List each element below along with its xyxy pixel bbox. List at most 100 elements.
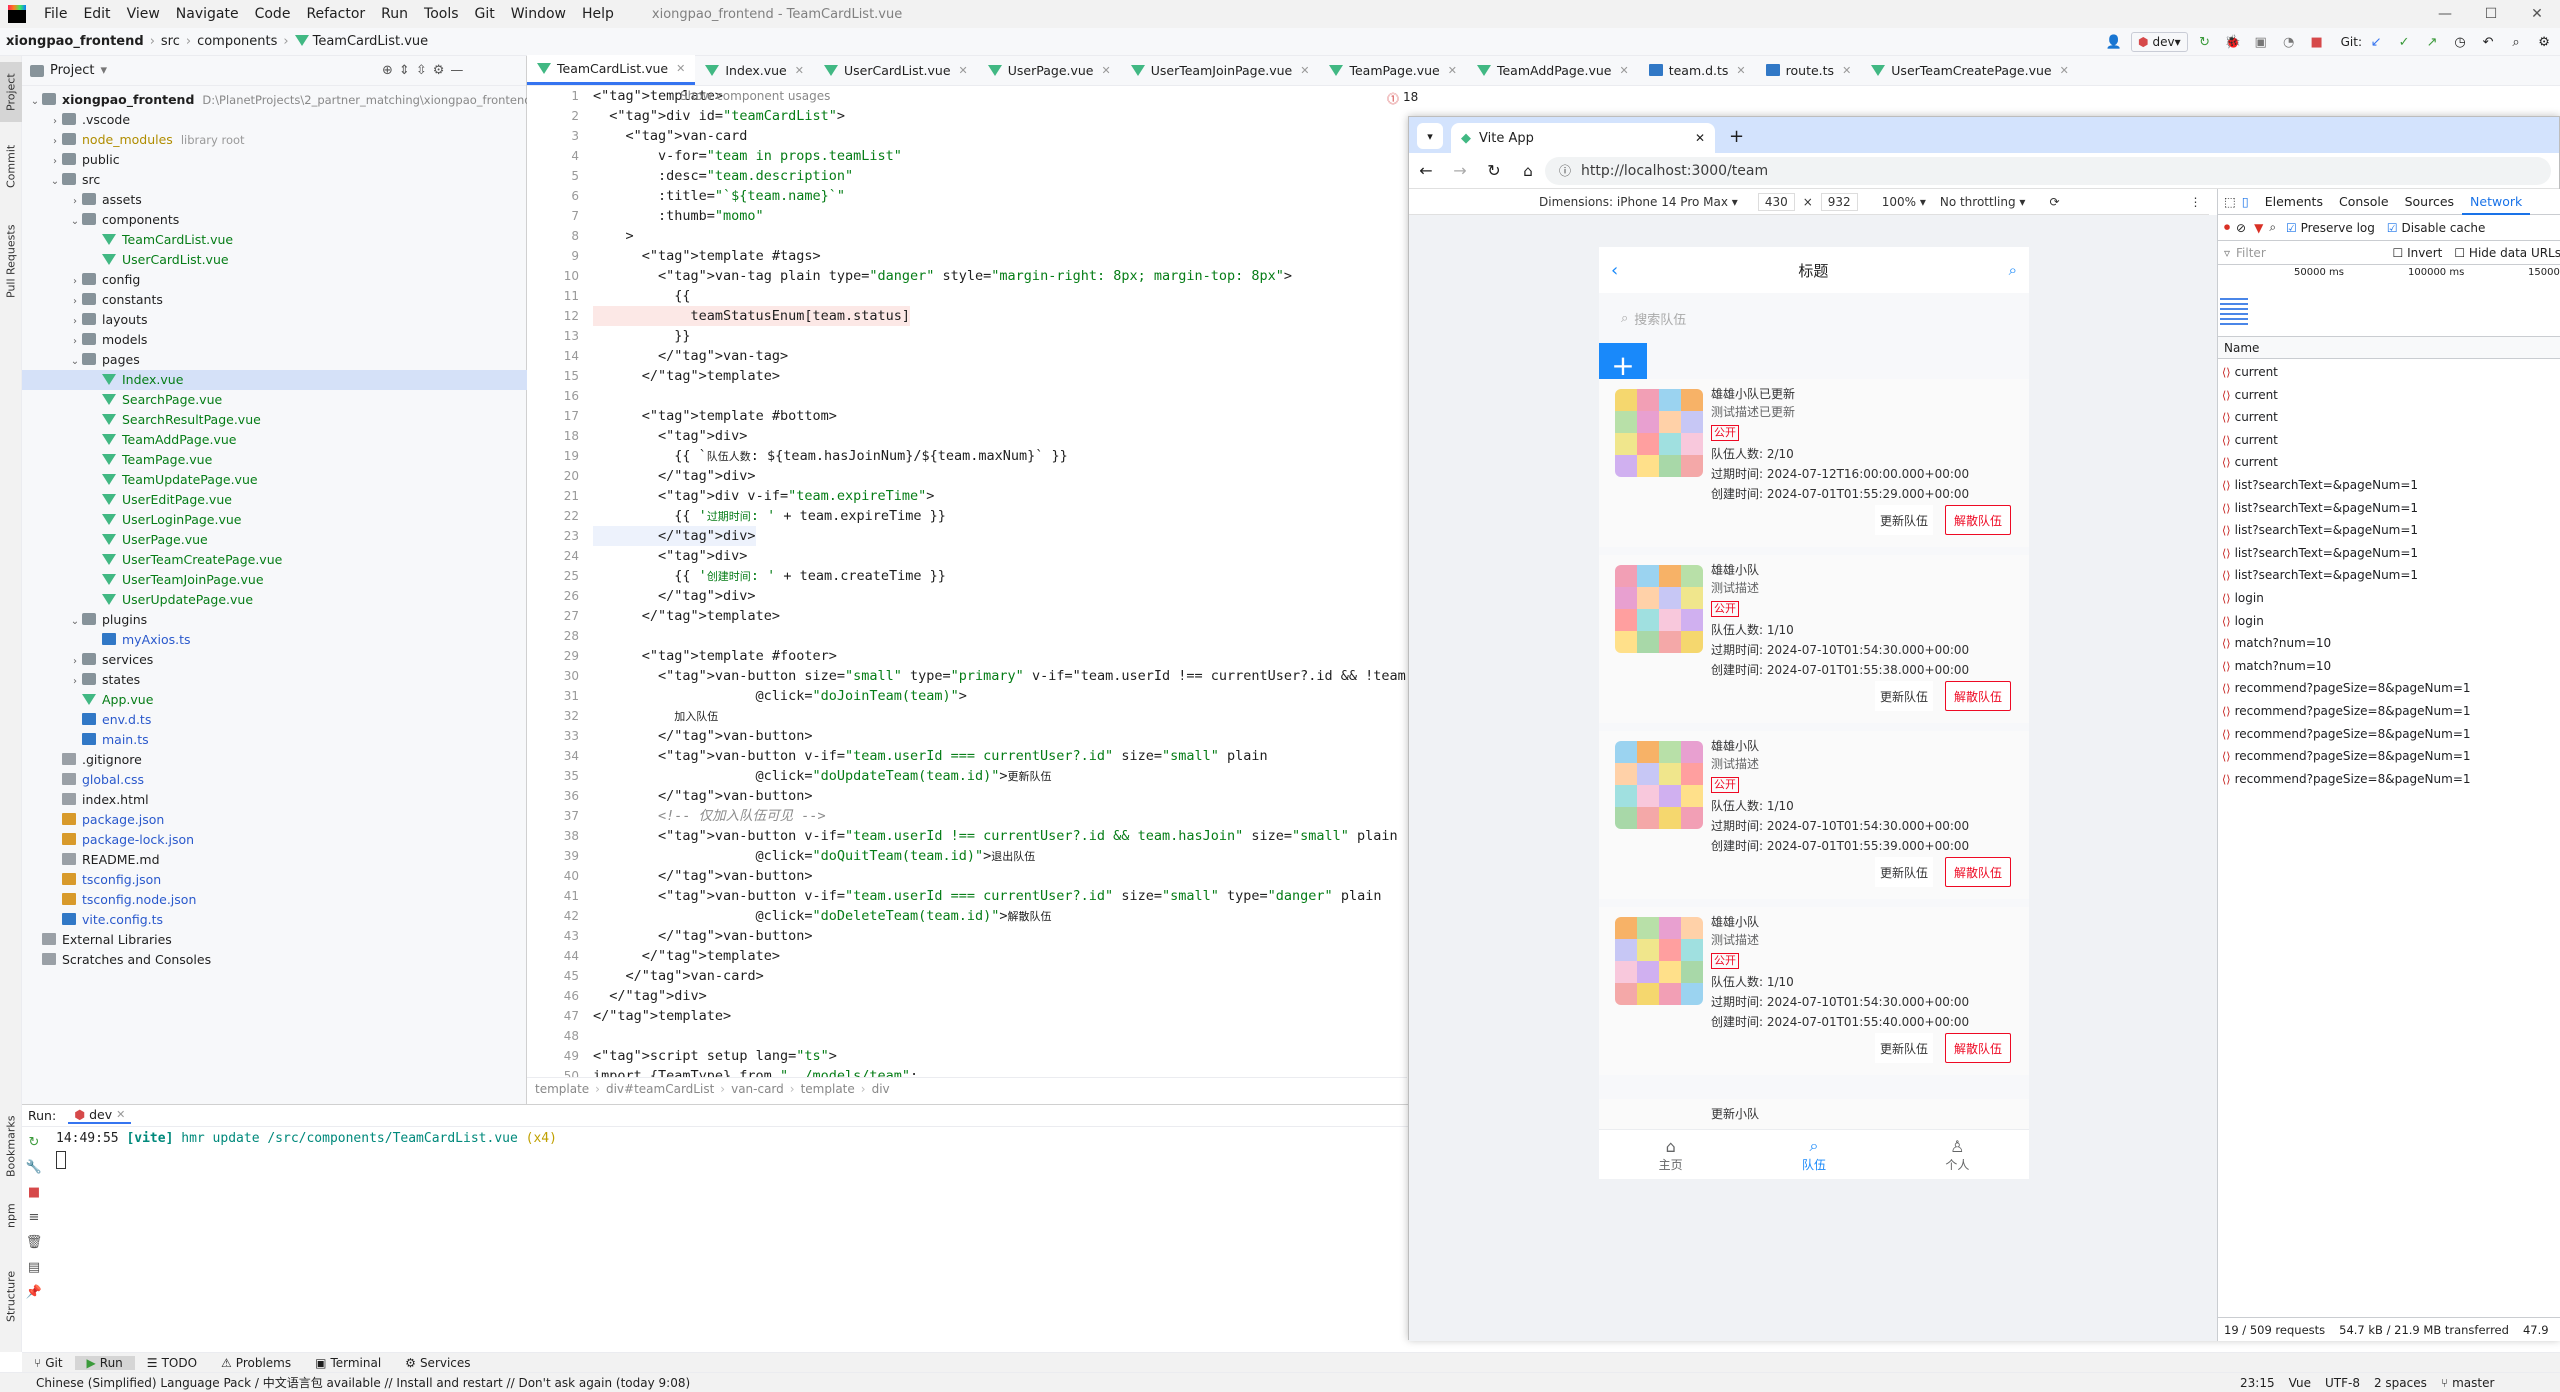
code-breadcrumb-item[interactable]: div <box>872 1082 890 1096</box>
tree-row[interactable]: › .vscode <box>22 110 527 130</box>
close-icon[interactable]: ✕ <box>2514 0 2560 28</box>
tree-row[interactable]: SearchResultPage.vue <box>22 410 527 430</box>
tree-row[interactable]: › constants <box>22 290 527 310</box>
site-info-icon[interactable]: ⓘ <box>1559 162 1571 179</box>
tool-commit[interactable]: Commit <box>0 136 22 196</box>
code-breadcrumb-item[interactable]: template <box>801 1082 855 1096</box>
search-everywhere-icon[interactable]: ⌕ <box>2505 31 2527 53</box>
viewport-width[interactable]: 430 <box>1757 192 1795 211</box>
close-tab-icon[interactable]: ✕ <box>959 64 968 77</box>
profile-icon[interactable]: ◔ <box>2278 31 2300 53</box>
breadcrumb-file[interactable]: TeamCardList.vue <box>289 34 435 49</box>
close-tab-icon[interactable]: ✕ <box>1448 64 1457 77</box>
tree-row[interactable]: ⌄ xiongpao_frontend D:\PlanetProjects\2_pa… <box>22 90 532 110</box>
language-indicator[interactable]: Vue <box>2289 1376 2311 1390</box>
expand-all-icon[interactable]: ⇕ <box>399 63 410 78</box>
device-selector[interactable]: Dimensions: iPhone 14 Pro Max ▾ <box>1539 195 1738 209</box>
run-tab-dev[interactable]: ⬢ dev ✕ <box>68 1107 132 1124</box>
menu-view[interactable]: View <box>119 6 168 22</box>
dissolve-team-button[interactable]: 解散队伍 <box>1945 505 2011 535</box>
wrench-icon[interactable]: 🔧 <box>26 1160 42 1175</box>
chevron-right-icon[interactable]: › <box>68 312 82 332</box>
list-icon[interactable]: ≡ <box>29 1210 40 1225</box>
update-team-button[interactable]: 更新队伍 <box>1875 1033 1933 1063</box>
disable-cache-checkbox[interactable]: ☑ Disable cache <box>2387 221 2485 235</box>
tree-row[interactable]: UserUpdatePage.vue <box>22 590 527 610</box>
browser-tab[interactable]: ◆ Vite App ✕ <box>1451 123 1715 153</box>
devtools-tab-sources[interactable]: Sources <box>2397 194 2462 209</box>
tree-row[interactable]: TeamUpdatePage.vue <box>22 470 527 490</box>
close-tab-icon[interactable]: ✕ <box>1695 131 1705 145</box>
chevron-down-icon[interactable]: ⌄ <box>68 612 82 632</box>
preserve-log-checkbox[interactable]: ☑ Preserve log <box>2286 221 2375 235</box>
inspection-widget[interactable]: ⓵ 18 <box>1385 90 1421 107</box>
project-panel-title[interactable]: Project <box>50 63 94 78</box>
editor-tab[interactable]: Index.vue ✕ <box>695 55 814 85</box>
tree-row[interactable]: External Libraries <box>22 930 527 950</box>
chevron-right-icon[interactable]: › <box>68 332 82 352</box>
network-request-row[interactable]: ⟨⟩ login <box>2222 610 2264 632</box>
tool-project[interactable]: Project <box>0 62 22 122</box>
maximize-icon[interactable]: ☐ <box>2468 0 2514 28</box>
menu-run[interactable]: Run <box>373 6 416 22</box>
tree-row[interactable]: ⌄ src <box>22 170 527 190</box>
chevron-right-icon[interactable]: › <box>68 272 82 292</box>
hide-icon[interactable]: — <box>450 63 463 78</box>
tool-git[interactable]: ⑂ Git <box>22 1356 75 1370</box>
code-breadcrumb-item[interactable]: div#teamCardList <box>606 1082 714 1096</box>
update-team-button[interactable]: 更新队伍 <box>1875 857 1933 887</box>
network-request-row[interactable]: ⟨⟩ match?num=10 <box>2222 632 2331 654</box>
tree-row[interactable]: › states <box>22 670 527 690</box>
history-icon[interactable]: ◷ <box>2449 31 2471 53</box>
zoom-selector[interactable]: 100% ▾ <box>1882 195 1926 209</box>
chevron-down-icon[interactable]: ⌄ <box>68 212 82 232</box>
stop-icon[interactable]: ■ <box>28 1185 40 1200</box>
menu-refactor[interactable]: Refactor <box>298 6 373 22</box>
tree-row[interactable]: › services <box>22 650 527 670</box>
network-filter-input[interactable]: Filter <box>2236 246 2392 260</box>
indent-indicator[interactable]: 2 spaces <box>2374 1376 2427 1390</box>
menu-window[interactable]: Window <box>503 6 574 22</box>
editor-tab[interactable]: TeamPage.vue ✕ <box>1319 55 1467 85</box>
tree-row[interactable]: package.json <box>22 810 527 830</box>
tree-row[interactable]: TeamPage.vue <box>22 450 527 470</box>
tree-row[interactable]: › assets <box>22 190 527 210</box>
encoding-indicator[interactable]: UTF-8 <box>2325 1376 2360 1390</box>
menu-edit[interactable]: Edit <box>75 6 118 22</box>
tree-row[interactable]: UserCardList.vue <box>22 250 527 270</box>
tab-team[interactable]: ⌕ 队伍 <box>1742 1130 1885 1179</box>
tree-row[interactable]: TeamAddPage.vue <box>22 430 527 450</box>
tree-row[interactable]: › node_modules library root <box>22 130 527 150</box>
tree-row[interactable]: App.vue <box>22 690 527 710</box>
tree-row[interactable]: .gitignore <box>22 750 527 770</box>
search-icon[interactable]: ⌕ <box>2009 261 2017 279</box>
hide-data-urls-checkbox[interactable]: ☐ Hide data URLs <box>2454 246 2560 260</box>
chevron-right-icon[interactable]: › <box>48 152 62 172</box>
tree-row[interactable]: UserTeamJoinPage.vue <box>22 570 527 590</box>
close-tab-icon[interactable]: ✕ <box>1619 64 1628 77</box>
reload-icon[interactable]: ↻ <box>1477 161 1511 180</box>
throttle-selector[interactable]: No throttling ▾ <box>1940 195 2026 209</box>
dissolve-team-button[interactable]: 解散队伍 <box>1945 857 2011 887</box>
rotate-icon[interactable]: ⟳ <box>2049 195 2059 209</box>
coverage-icon[interactable]: ▣ <box>2250 31 2272 53</box>
code-breadcrumb-item[interactable]: template <box>535 1082 589 1096</box>
device-toggle-icon[interactable]: ▯ <box>2242 194 2249 209</box>
network-request-row[interactable]: ⟨⟩ recommend?pageSize=8&pageNum=1 <box>2222 723 2471 745</box>
tree-row[interactable]: UserPage.vue <box>22 530 527 550</box>
chevron-right-icon[interactable]: › <box>48 132 62 152</box>
console-cursor[interactable] <box>56 1151 66 1169</box>
dissolve-team-button[interactable]: 解散队伍 <box>1945 681 2011 711</box>
network-request-row[interactable]: ⟨⟩ recommend?pageSize=8&pageNum=1 <box>2222 768 2471 790</box>
editor-tab[interactable]: TeamAddPage.vue ✕ <box>1467 55 1639 85</box>
locate-icon[interactable]: ⊕ <box>382 63 393 78</box>
layout-icon[interactable]: ▤ <box>28 1260 40 1275</box>
forward-icon[interactable]: → <box>1443 161 1477 180</box>
tab-home[interactable]: ⌂ 主页 <box>1599 1130 1742 1179</box>
tree-row[interactable]: UserLoginPage.vue <box>22 510 527 530</box>
tree-row[interactable]: ⌄ components <box>22 210 527 230</box>
tree-row[interactable]: UserEditPage.vue <box>22 490 527 510</box>
chevron-right-icon[interactable]: › <box>68 652 82 672</box>
tree-row[interactable]: tsconfig.json <box>22 870 527 890</box>
tree-row[interactable]: env.d.ts <box>22 710 527 730</box>
